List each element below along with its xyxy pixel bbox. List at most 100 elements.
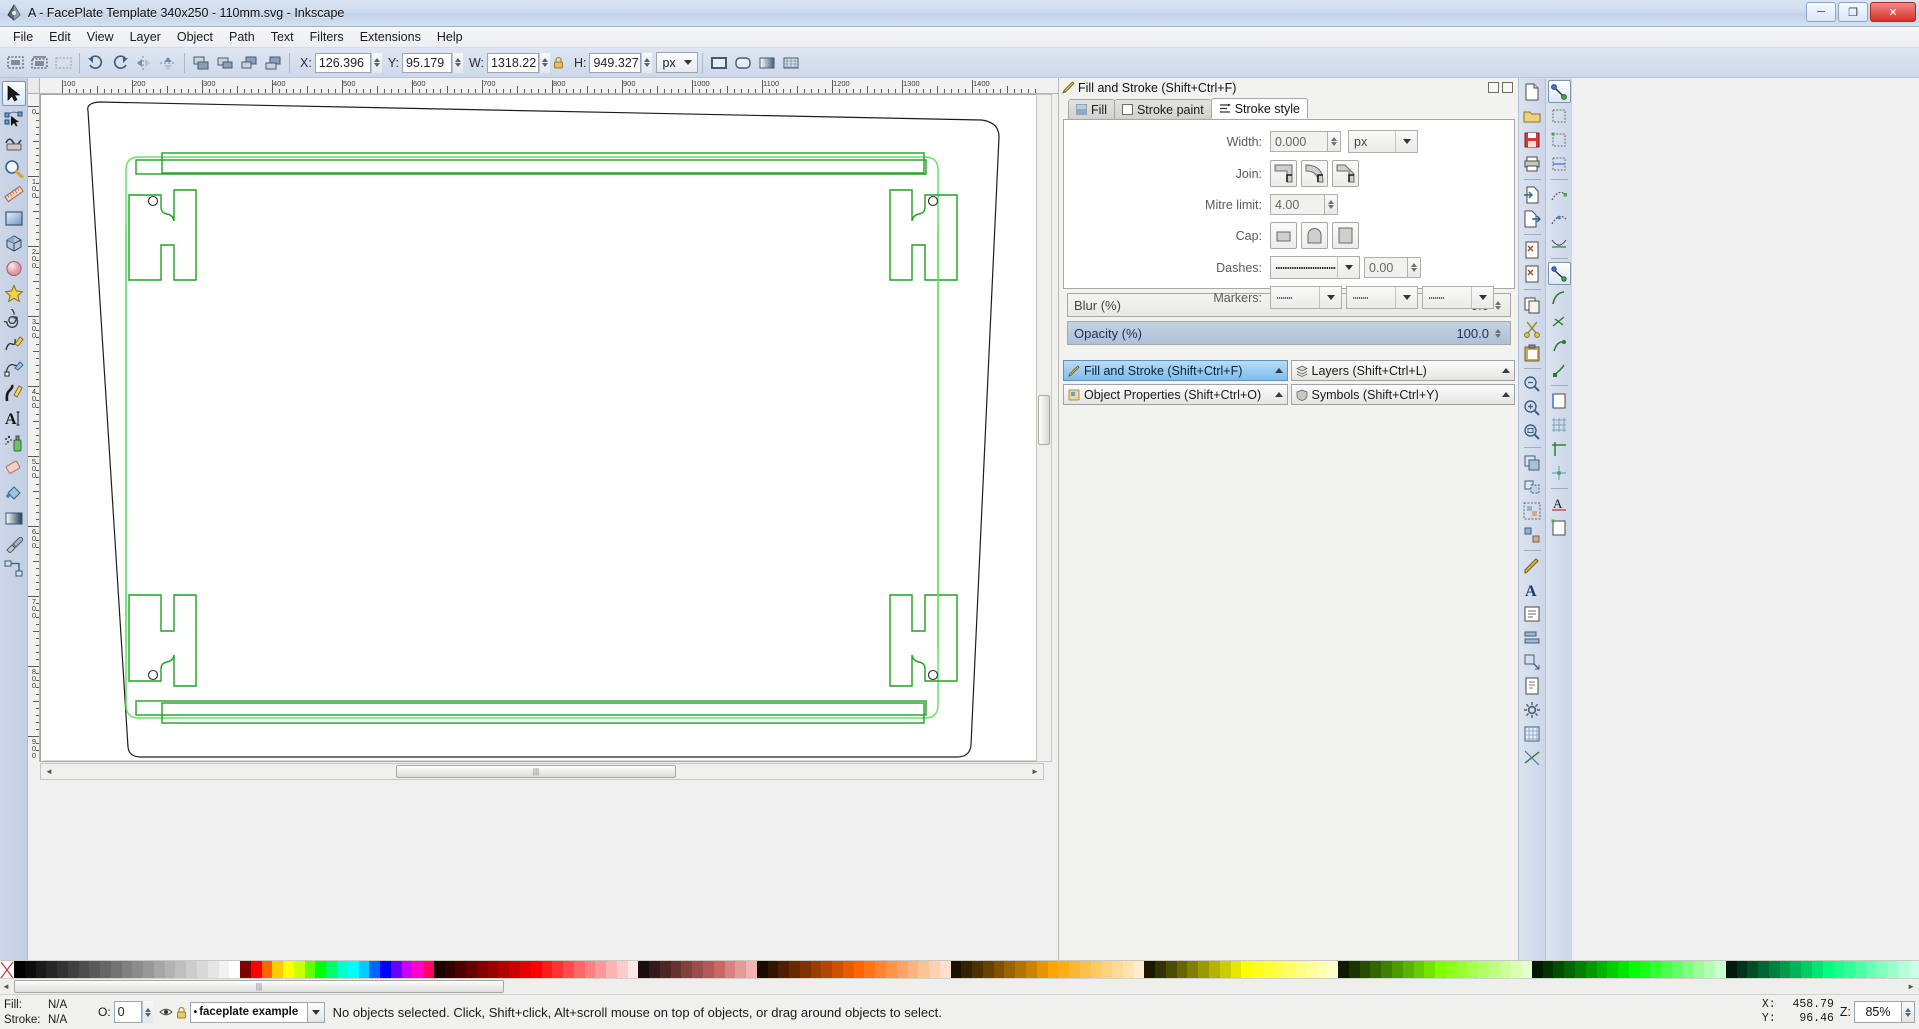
cut-button[interactable] [1521, 317, 1544, 340]
document-properties-button[interactable] [1521, 674, 1544, 697]
new-document-button[interactable] [1521, 80, 1544, 103]
transform-dialog-button[interactable] [1521, 650, 1544, 673]
tab-stroke-paint[interactable]: Stroke paint [1113, 99, 1212, 119]
palette-swatch[interactable] [1650, 961, 1662, 979]
palette-swatch[interactable] [1155, 961, 1166, 979]
palette-swatch[interactable] [746, 961, 757, 979]
bezier-tool[interactable] [2, 356, 26, 381]
palette-swatch[interactable] [304, 961, 316, 979]
palette-swatch[interactable] [573, 961, 585, 979]
palette-swatch[interactable] [143, 961, 154, 979]
join-bevel-button[interactable] [1332, 160, 1359, 187]
raise-to-top-button[interactable] [190, 52, 212, 74]
zoom-tool[interactable] [2, 156, 26, 181]
palette-swatch[interactable] [842, 961, 854, 979]
snap-page-button[interactable] [1548, 516, 1571, 539]
clone-button[interactable] [1521, 475, 1544, 498]
palette-swatch[interactable] [853, 961, 865, 979]
guides-toggle-button[interactable] [1521, 746, 1544, 769]
eraser-tool[interactable] [2, 456, 26, 481]
cap-round-button[interactable] [1301, 222, 1328, 249]
measure-tool[interactable] [2, 181, 26, 206]
layer-visibility-icon[interactable] [159, 1006, 173, 1018]
palette-swatch[interactable] [1553, 961, 1565, 979]
palette-swatch[interactable] [250, 961, 262, 979]
palette-swatch[interactable] [293, 961, 305, 979]
print-document-button[interactable] [1521, 152, 1544, 175]
palette-swatch[interactable] [380, 961, 391, 979]
palette-swatch[interactable] [713, 961, 725, 979]
palette-swatch[interactable] [1736, 961, 1748, 979]
palette-swatch[interactable] [552, 961, 564, 979]
dropper-tool[interactable] [2, 531, 26, 556]
join-round-button[interactable] [1301, 160, 1328, 187]
palette-swatch[interactable] [929, 961, 940, 979]
opacity-slider[interactable]: Opacity (%) 100.0 [1067, 321, 1511, 345]
palette-swatch[interactable] [563, 961, 574, 979]
palette-none-swatch[interactable] [0, 961, 14, 979]
palette-swatch[interactable] [1478, 961, 1489, 979]
fill-stroke-indicator[interactable]: Fill: N/A Stroke: N/A [0, 996, 92, 1029]
palette-swatch[interactable] [1758, 961, 1769, 979]
palette-swatch[interactable] [240, 961, 251, 979]
height-input[interactable]: 949.327 [589, 52, 642, 73]
y-input[interactable]: 95.179 [401, 52, 452, 73]
rectangle-tool[interactable] [2, 206, 26, 231]
palette-swatch[interactable] [1370, 961, 1382, 979]
palette-swatch[interactable] [1359, 961, 1371, 979]
palette-swatch[interactable] [950, 961, 962, 979]
palette-swatch[interactable] [1747, 961, 1759, 979]
palette-swatch[interactable] [1618, 961, 1629, 979]
palette-swatch[interactable] [724, 961, 736, 979]
palette-swatch[interactable] [1208, 961, 1220, 979]
palette-swatch[interactable] [1133, 961, 1145, 979]
save-document-button[interactable] [1521, 128, 1544, 151]
palette-swatch[interactable] [315, 961, 327, 979]
palette-swatch[interactable] [1144, 961, 1156, 979]
snap-object-centers-button[interactable] [1548, 334, 1571, 357]
palette-swatch[interactable] [1392, 961, 1403, 979]
palette-swatch[interactable] [1424, 961, 1436, 979]
palette-swatch[interactable] [1488, 961, 1500, 979]
palette-swatch[interactable] [1887, 961, 1898, 979]
palette-swatch[interactable] [1402, 961, 1414, 979]
star-tool[interactable] [2, 281, 26, 306]
palette-swatch[interactable] [110, 961, 122, 979]
palette-swatch[interactable] [1671, 961, 1683, 979]
palette-swatch[interactable] [487, 961, 499, 979]
palette-swatch[interactable] [670, 961, 682, 979]
palette-swatch[interactable] [412, 961, 424, 979]
zoom-input[interactable]: 85% [1854, 1001, 1902, 1023]
snap-to-smooth-nodes-button[interactable] [1548, 286, 1571, 309]
maximize-button[interactable]: ❐ [1838, 2, 1868, 22]
vertical-ruler[interactable]: 0100200300400500600700800900 [28, 94, 40, 762]
palette-swatch[interactable] [627, 961, 639, 979]
palette-swatch[interactable] [336, 961, 348, 979]
palette-swatch[interactable] [207, 961, 219, 979]
palette-swatch[interactable] [584, 961, 596, 979]
horizontal-scroll-thumb[interactable]: ||| [396, 765, 676, 778]
menu-extensions[interactable]: Extensions [352, 28, 429, 46]
align-dialog-button[interactable] [1521, 626, 1544, 649]
palette-swatch[interactable] [595, 961, 607, 979]
palette-swatch[interactable] [541, 961, 553, 979]
palette-swatch[interactable] [756, 961, 768, 979]
palette-swatch[interactable] [1768, 961, 1780, 979]
xml-editor-button[interactable] [1521, 602, 1544, 625]
layer-lock-icon[interactable] [176, 1006, 187, 1019]
canvas[interactable] [40, 94, 1044, 762]
bucket-tool[interactable] [2, 481, 26, 506]
snap-midpoints-button[interactable] [1548, 310, 1571, 333]
palette-swatch[interactable] [1628, 961, 1640, 979]
palette-swatch[interactable] [1639, 961, 1651, 979]
palette-swatch[interactable] [423, 961, 434, 979]
palette-swatch[interactable] [832, 961, 843, 979]
palette-swatch[interactable] [1714, 961, 1726, 979]
snap-path-intersection-button[interactable] [1548, 231, 1571, 254]
lower-button[interactable] [238, 52, 260, 74]
marker-start-select[interactable] [1270, 286, 1342, 309]
palette-swatch[interactable] [466, 961, 477, 979]
palette-swatch[interactable] [1779, 961, 1791, 979]
palette-swatch[interactable] [972, 961, 983, 979]
marker-mid-select[interactable] [1346, 286, 1418, 309]
